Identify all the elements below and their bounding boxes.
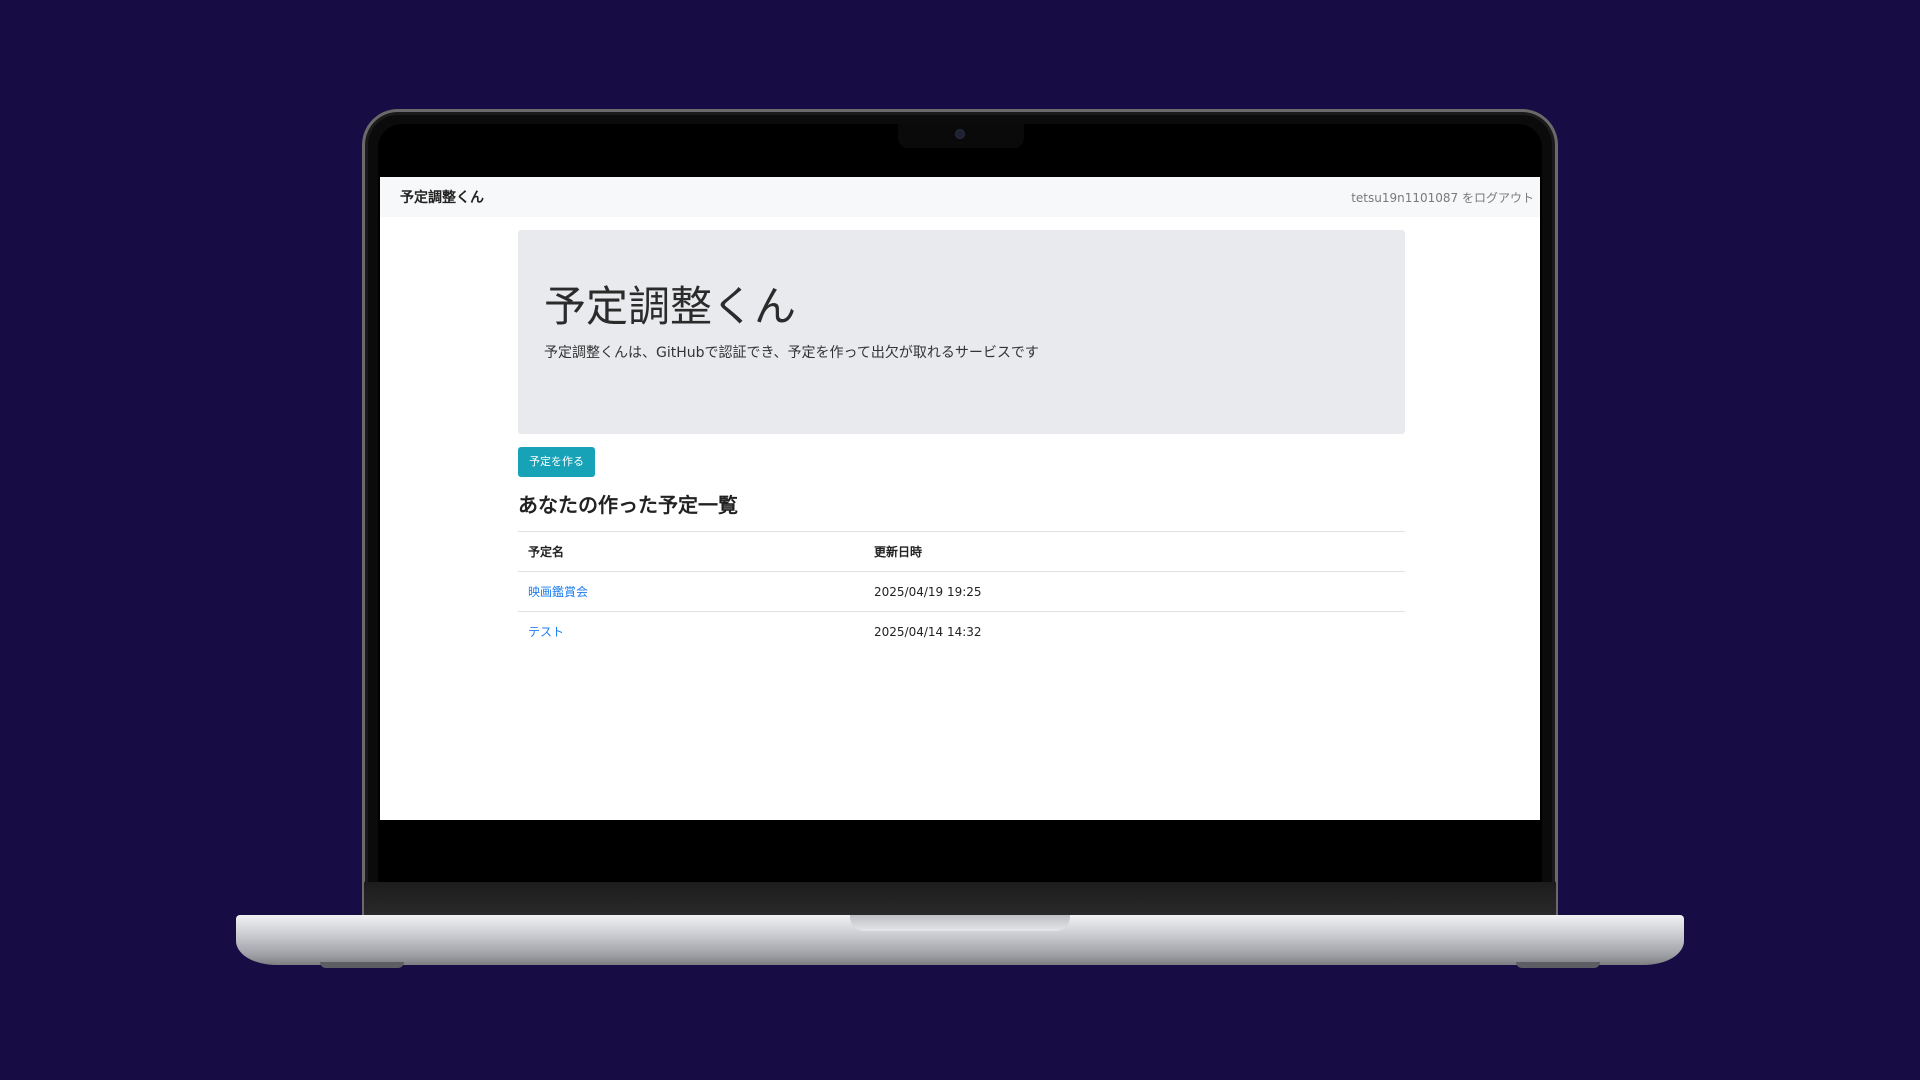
schedule-name-cell: テスト (518, 611, 864, 652)
updated-at-cell: 2025/04/14 14:32 (864, 611, 1405, 652)
navbar: 予定調整くん tetsu19n1101087 をログアウト (380, 177, 1540, 217)
laptop-foot-left (320, 962, 404, 968)
table-body: 映画鑑賞会 2025/04/19 19:25 テスト 2025/04/14 14… (518, 571, 1405, 652)
table-header-row: 予定名 更新日時 (518, 531, 1405, 572)
column-header-updated: 更新日時 (864, 531, 1405, 572)
laptop-foot-right (1516, 962, 1600, 968)
table-row: テスト 2025/04/14 14:32 (518, 611, 1405, 652)
camera-icon (956, 130, 964, 138)
create-schedule-button[interactable]: 予定を作る (518, 447, 595, 477)
updated-at-cell: 2025/04/19 19:25 (864, 571, 1405, 612)
page-title: 予定調整くん (544, 282, 797, 331)
table-header: 予定名 更新日時 (518, 531, 1405, 572)
table-row: 映画鑑賞会 2025/04/19 19:25 (518, 571, 1405, 612)
navbar-brand[interactable]: 予定調整くん (400, 187, 484, 207)
trackpad-notch (850, 915, 1070, 931)
stage: 予定調整くん tetsu19n1101087 をログアウト 予定調整くん 予定調… (0, 0, 1920, 1080)
jumbotron: 予定調整くん 予定調整くんは、GitHubで認証でき、予定を作って出欠が取れるサ… (518, 230, 1405, 434)
main-container: 予定調整くん 予定調整くんは、GitHubで認証でき、予定を作って出欠が取れるサ… (518, 230, 1405, 652)
lid-hinge (364, 882, 1556, 916)
schedule-link[interactable]: 映画鑑賞会 (528, 585, 588, 599)
browser-viewport: 予定調整くん tetsu19n1101087 をログアウト 予定調整くん 予定調… (380, 177, 1540, 820)
schedule-name-cell: 映画鑑賞会 (518, 571, 864, 612)
schedule-link[interactable]: テスト (528, 625, 564, 639)
schedule-list-title: あなたの作った予定一覧 (518, 493, 738, 517)
logout-link[interactable]: tetsu19n1101087 をログアウト (1351, 189, 1534, 206)
page-description: 予定調整くんは、GitHubで認証でき、予定を作って出欠が取れるサービスです (544, 345, 1039, 362)
schedule-table: 予定名 更新日時 映画鑑賞会 2025/04/19 19:25 テスト 2025… (518, 531, 1405, 652)
column-header-name: 予定名 (518, 531, 864, 572)
